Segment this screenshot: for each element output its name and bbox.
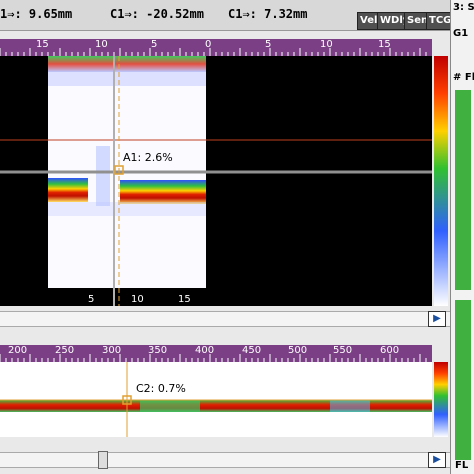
tab-title[interactable]: 3: S1 [453,2,474,13]
cursor-label-a1: A1: 2.6% [123,151,173,164]
cscan-strip-view[interactable]: C2: 0.7% [0,362,432,437]
ruler-label: 15 [378,39,391,50]
cscan-tick: 15 [178,294,191,305]
ruler-label: 600 [380,345,400,356]
cursor-label-c2: C2: 0.7% [136,382,186,395]
ruler-label: 550 [333,345,353,356]
sscan-image [0,56,432,306]
ruler-label: 400 [195,345,215,356]
color-scale-lower-svg [434,362,448,437]
lower-scrollbar[interactable]: ▶ [0,451,450,469]
upper-scrollbar[interactable]: ▶ [0,311,450,327]
ruler-label: 450 [242,345,262,356]
upper-ruler-ticks-svg: /* placeholder */ [0,48,427,56]
ruler-label: 500 [288,345,308,356]
panel-gauge-lower [455,300,471,460]
ruler-label: 350 [148,345,168,356]
ruler-label: 10 [320,39,333,50]
color-scale-lower [432,362,450,437]
play-icon[interactable]: ▶ [428,311,446,327]
readout-c1-right: C1⇒: 7.32mm [228,7,308,21]
ruler-label: 300 [102,345,122,356]
fl-bottom-label: FL [455,460,469,471]
ruler-label: 0 [205,39,212,50]
scroll-thumb[interactable] [98,451,108,469]
ruler-label: 250 [55,345,75,356]
fl-label: # Fl [453,72,474,83]
cscan-tick: 10 [131,294,144,305]
play-icon[interactable]: ▶ [428,452,446,468]
cscan-strip-image [0,362,432,437]
color-scale-svg [434,56,448,306]
right-side-panel: 3: S1 G1 # Fl FL [450,0,474,474]
g1-label: G1 [453,28,469,39]
readout-c1-left: C1⇒: -20.52mm [110,7,204,21]
readout-bar: 1⇒: 9.65mm C1⇒: -20.52mm C1⇒: 7.32mm Vel… [0,0,455,31]
upper-ruler: /* placeholder */ 15 10 5 0 5 10 15 [0,39,432,56]
color-scale-upper [432,56,450,306]
ruler-label: 5 [265,39,272,50]
panel-gauge [455,90,471,290]
ruler-label: 10 [95,39,108,50]
lower-ruler: 200 250 300 350 400 450 500 550 600 [0,345,432,362]
cscan-tick: 5 [88,294,95,305]
ruler-label: 15 [36,39,49,50]
readout-depth: 1⇒: 9.65mm [0,7,73,21]
ruler-label: 200 [8,345,28,356]
ruler-label: 5 [151,39,158,50]
sscan-view[interactable]: A1: 2.6% 5 10 15 [0,56,432,306]
